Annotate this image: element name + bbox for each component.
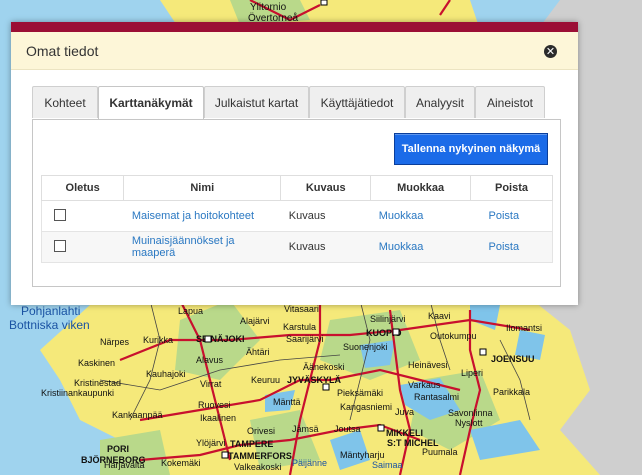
map-label: TAMPERE <box>230 439 273 449</box>
map-label: Kokemäki <box>161 458 201 468</box>
map-label: Puumala <box>422 447 458 457</box>
map-label: Ylöjärvi <box>196 438 226 448</box>
map-label: TAMMERFORS <box>228 451 292 461</box>
default-view-checkbox[interactable] <box>54 239 66 252</box>
delete-link[interactable]: Poista <box>489 210 520 222</box>
map-label: Mäntyharju <box>340 450 385 460</box>
description-cell: Kuvaus <box>280 200 371 232</box>
map-label: Savonlinna <box>448 408 493 418</box>
map-label: Rantasalmi <box>414 392 459 402</box>
tab-aineistot[interactable]: Aineistot <box>475 86 545 118</box>
sea-label: Bottniska viken <box>9 318 90 332</box>
map-label: SEINÄJOKI <box>196 334 245 344</box>
map-label: Siilinjärvi <box>370 314 406 324</box>
table-row: Muinaisjäännökset ja maaperä Kuvaus Muok… <box>40 231 553 263</box>
column-header-delete: Poista <box>470 175 553 201</box>
default-cell <box>40 200 124 232</box>
map-label: Keuruu <box>251 375 280 385</box>
name-cell: Maisemat ja hoitokohteet <box>123 200 281 232</box>
map-label: MIKKELI <box>386 428 423 438</box>
map-label: Karstula <box>283 322 316 332</box>
map-label: Äänekoski <box>303 362 345 372</box>
default-cell <box>40 231 124 263</box>
dialog-accent-bar <box>11 22 578 32</box>
map-label: Liperi <box>461 368 483 378</box>
tab-julkaistut-kartat[interactable]: Julkaistut kartat <box>204 86 309 118</box>
map-label: Nyslott <box>455 418 483 428</box>
map-label: Ruovesi <box>198 400 231 410</box>
dialog-header: Omat tiedot ✕ <box>11 32 578 70</box>
map-label: Ilomantsi <box>506 323 542 333</box>
edit-cell: Muokkaa <box>370 231 471 263</box>
my-data-dialog: Omat tiedot ✕ Kohteet Karttanäkymät Julk… <box>11 22 578 305</box>
table-row: Maisemat ja hoitokohteet Kuvaus Muokkaa … <box>40 200 553 232</box>
map-label: Kangasniemi <box>340 402 392 412</box>
description-cell: Kuvaus <box>280 231 371 263</box>
close-icon[interactable]: ✕ <box>544 45 557 58</box>
edit-cell: Muokkaa <box>370 200 471 232</box>
map-label: Harjavalta <box>104 460 145 470</box>
map-label: Alavus <box>196 355 224 365</box>
map-label: Heinävesi <box>408 360 448 370</box>
map-label: Ikaalinen <box>200 413 236 423</box>
map-views-table: Oletus Nimi Kuvaus Muokkaa Poista Maisem… <box>40 175 553 263</box>
map-label: Vitasaari <box>284 304 319 314</box>
map-label: Varkaus <box>408 380 441 390</box>
tab-panel-map-views: Tallenna nykyinen näkymä Oletus Nimi Kuv… <box>32 119 561 287</box>
map-label: JOENSUU <box>491 354 535 364</box>
map-label: Kaavi <box>428 311 451 321</box>
tab-kayttajatiedot[interactable]: Käyttäjätiedot <box>309 86 405 118</box>
map-label: Parikkala <box>493 387 530 397</box>
map-label: Kaskinen <box>78 358 115 368</box>
table-header-row: Oletus Nimi Kuvaus Muokkaa Poista <box>40 175 553 201</box>
save-current-view-button[interactable]: Tallenna nykyinen näkymä <box>394 133 548 165</box>
map-label: Närpes <box>100 337 130 347</box>
tab-karttanakymat[interactable]: Karttanäkymät <box>98 86 204 120</box>
map-label: Virrat <box>200 379 222 389</box>
map-label: Juva <box>395 407 414 417</box>
view-name-link[interactable]: Muinaisjäännökset ja maaperä <box>132 235 235 259</box>
map-label: Kankaanpää <box>112 410 163 420</box>
sea-label: Pohjanlahti <box>21 304 80 318</box>
map-label: Saarijärvi <box>286 334 324 344</box>
column-header-description: Kuvaus <box>280 175 372 201</box>
delete-link[interactable]: Poista <box>489 241 520 253</box>
edit-link[interactable]: Muokkaa <box>379 210 424 222</box>
column-header-default: Oletus <box>40 175 125 201</box>
map-label: Pieksämäki <box>337 388 383 398</box>
map-label: Ylitornio <box>250 2 287 13</box>
sea-labels: Pohjanlahti Bottniska viken <box>9 304 90 332</box>
dialog-title: Omat tiedot <box>26 43 99 59</box>
map-label: Päijänne <box>292 458 327 468</box>
map-label: Ähtäri <box>246 347 270 357</box>
map-label: Joutsa <box>334 424 361 434</box>
map-label: Lapua <box>178 306 203 316</box>
map-label: Mänttä <box>273 397 301 407</box>
delete-cell: Poista <box>470 231 553 263</box>
map-label: Suonenjoki <box>343 342 388 352</box>
default-view-checkbox[interactable] <box>54 208 66 221</box>
tab-analyysit[interactable]: Analyysit <box>405 86 475 118</box>
map-label: JYVÄSKYLÄ <box>287 375 342 385</box>
map-label: Outokumpu <box>430 331 477 341</box>
map-label: Kristiinankaupunki <box>41 388 114 398</box>
tab-kohteet[interactable]: Kohteet <box>32 86 98 118</box>
delete-cell: Poista <box>470 200 553 232</box>
view-name-link[interactable]: Maisemat ja hoitokohteet <box>132 210 254 222</box>
map-label: Jämsä <box>292 424 319 434</box>
map-label: Saimaa <box>372 460 403 470</box>
column-header-edit: Muokkaa <box>370 175 471 201</box>
name-cell: Muinaisjäännökset ja maaperä <box>123 231 281 263</box>
map-label: Alajärvi <box>240 316 270 326</box>
column-header-name: Nimi <box>123 175 282 201</box>
edit-link[interactable]: Muokkaa <box>379 241 424 253</box>
map-label: Orivesi <box>247 426 275 436</box>
map-label: Kristinestad <box>74 378 121 388</box>
map-label: Valkeakoski <box>234 462 281 472</box>
map-label: Kurikka <box>143 335 173 345</box>
map-label: PORI <box>107 444 129 454</box>
map-label: Kauhajoki <box>146 369 186 379</box>
